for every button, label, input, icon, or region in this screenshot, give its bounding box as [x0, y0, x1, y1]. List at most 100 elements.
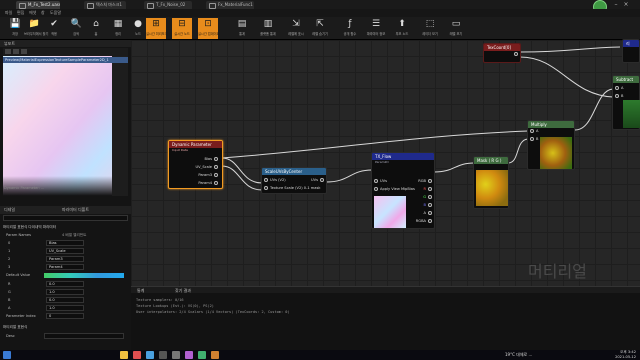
output-pin-rgb[interactable]: RGB: [418, 179, 434, 183]
default-color-swatch[interactable]: [44, 273, 124, 278]
toolbar-button-14[interactable]: ƒ 공개 함수: [340, 18, 360, 39]
details-section-title: 머티리얼 표현식 다이내믹 파라미터: [3, 225, 57, 229]
input-pin-uvs[interactable]: UVs (V2): [262, 178, 286, 182]
tab-noise[interactable]: T_Fx_Noise_02: [144, 1, 192, 9]
toolbar-button-12[interactable]: ⇲ 레벨에 표시: [286, 18, 306, 39]
texcoord-node[interactable]: TexCoord[0]: [483, 43, 521, 63]
toolbar-button-0[interactable]: 💾 저장: [5, 18, 25, 39]
stats-tab[interactable]: 통계: [137, 288, 144, 294]
toolbar-button-10[interactable]: ▤ 통계: [232, 18, 252, 39]
parameter-defaults-tab[interactable]: 파라미터 디폴트: [62, 207, 89, 213]
browser-icon[interactable]: [146, 351, 154, 359]
toolbar-button-11[interactable]: ▥ 플랫폼 통계: [258, 18, 278, 39]
explorer-icon[interactable]: [120, 351, 128, 359]
default-value-field[interactable]: 1.0: [46, 305, 84, 311]
menu-edit[interactable]: 편집: [17, 9, 24, 17]
output-pin-b[interactable]: B: [424, 203, 434, 207]
input-pin-apply-view-mipbias[interactable]: Apply View MipBias: [372, 187, 415, 191]
app-icon[interactable]: [159, 351, 167, 359]
toolbar-icon: ⌂: [93, 19, 99, 29]
dynamic-parameter-node[interactable]: Dynamic Parameter Input Data Bias UV_Sca…: [168, 140, 223, 189]
toolbar-label: 부모 노드: [395, 32, 409, 36]
parameter-index-field[interactable]: 0: [46, 313, 84, 319]
node-title: TexCoord[0]: [484, 44, 520, 51]
toolbar-button-16[interactable]: ⬆ 부모 노드: [392, 18, 412, 39]
param-name-field[interactable]: UV_Scale: [46, 248, 84, 254]
menu-file[interactable]: 파일: [5, 9, 12, 17]
output-pin-param4[interactable]: Param4: [198, 181, 220, 185]
details-search-input[interactable]: [3, 215, 128, 221]
menu-help[interactable]: 도움말: [50, 9, 61, 17]
output-pin-g[interactable]: G: [423, 195, 434, 199]
toolbar-icon: ●: [134, 19, 142, 29]
clock[interactable]: 오후 3:42 2021-05-12: [600, 350, 636, 360]
output-pin-bias[interactable]: Bias: [204, 157, 220, 161]
toolbar-button-4[interactable]: ⌂ 홈: [86, 18, 106, 39]
param-name-row: 0 Bias: [4, 240, 128, 247]
material-preview-viewport[interactable]: [3, 56, 128, 196]
view-mode-icon[interactable]: [5, 49, 11, 54]
app-icon[interactable]: [133, 351, 141, 359]
app-icon[interactable]: [185, 351, 193, 359]
tab-mask[interactable]: 텍스처 마스크1: [84, 1, 126, 9]
input-pin-uvs[interactable]: UVs: [372, 179, 387, 183]
param-name-field[interactable]: Param4: [46, 264, 84, 270]
toolbar-button-8[interactable]: ⊟ 실시간 노드: [172, 18, 192, 39]
start-icon[interactable]: [3, 351, 11, 359]
toolbar-button-5[interactable]: ▦ 정리: [108, 18, 128, 39]
menu-asset[interactable]: 에셋: [29, 9, 36, 17]
weather-widget[interactable]: 19°C 대체로 ...: [505, 352, 532, 358]
toolbar-button-15[interactable]: ☰ 파라미터 정보: [366, 18, 386, 39]
input-pin-a[interactable]: A: [613, 86, 623, 90]
toolbar-button-6[interactable]: ● 노드: [128, 18, 148, 39]
output-pin-param3[interactable]: Param3: [198, 173, 220, 177]
tab-material[interactable]: M_Fx_Test2.uasset: [16, 1, 60, 9]
toolbar-button-17[interactable]: ⬚ 셰이더 보기: [420, 18, 440, 39]
texture-sample-node[interactable]: TX_Flow Param2D UVs Apply View MipBias R…: [371, 152, 435, 229]
details-tab[interactable]: 디테일: [4, 207, 15, 212]
output-pin-rgba[interactable]: RGBA: [416, 219, 434, 223]
offscreen-node[interactable]: 리: [622, 39, 640, 63]
output-pin-uvs[interactable]: UVs: [311, 178, 326, 182]
toolbar-button-2[interactable]: ✔ 적용: [44, 18, 64, 39]
input-pin-texture-scale[interactable]: Texture Scale (V2) 0-1 mask: [262, 186, 320, 190]
toolbar-label: 홈: [94, 32, 98, 36]
input-pin-b[interactable]: B: [528, 137, 538, 141]
minimize-icon[interactable]: –: [612, 1, 620, 8]
app-icon[interactable]: [198, 351, 206, 359]
scale-uvs-by-center-node[interactable]: ScaleUVsByCenter UVs (V2) Texture Scale …: [261, 167, 327, 194]
find-results-tab[interactable]: 찾기 결과: [175, 288, 191, 294]
toolbar-button-13[interactable]: ⇱ 레벨 숨기기: [310, 18, 330, 39]
subtract-node[interactable]: Subtract A B: [612, 75, 640, 130]
param-name-field[interactable]: Param3: [46, 256, 84, 262]
toolbar-button-3[interactable]: 🔍 검색: [66, 18, 86, 39]
output-pin-uv-scale[interactable]: UV_Scale: [195, 165, 220, 169]
toolbar-icon: ▥: [263, 19, 273, 29]
lit-mode-icon[interactable]: [13, 49, 19, 54]
output-pin-r[interactable]: R: [424, 187, 435, 191]
toolbar-button-7[interactable]: ⊞ 실시간 미리보기: [146, 18, 168, 39]
multiply-node[interactable]: Multiply A B: [527, 120, 575, 170]
input-pin-b[interactable]: B: [613, 94, 623, 98]
menu-window[interactable]: 창: [41, 9, 45, 17]
output-pin[interactable]: [512, 52, 520, 56]
toolbar-button-9[interactable]: ⊡ 실시간 업데이트: [198, 18, 220, 39]
tab-function[interactable]: Fx_MaterialFunc1: [206, 1, 254, 9]
show-icon[interactable]: [21, 49, 27, 54]
unreal-icon[interactable]: [172, 351, 180, 359]
app-icon[interactable]: [211, 351, 219, 359]
param-name-field[interactable]: Bias: [46, 240, 84, 246]
array-elements-count: 4 배열 엘리먼트: [62, 233, 87, 237]
toolbar-icon: ▦: [113, 19, 123, 29]
toolbar-button-1[interactable]: 📁 브라우저에서 찾기: [24, 18, 48, 39]
default-value-field[interactable]: 0.0: [46, 281, 84, 287]
default-value-field[interactable]: 0.0: [46, 297, 84, 303]
default-value-field[interactable]: 1.0: [46, 289, 84, 295]
close-icon[interactable]: ×: [622, 1, 630, 8]
toolbar-button-18[interactable]: ▭ 레벨 보기: [446, 18, 466, 39]
input-pin-a[interactable]: A: [528, 129, 538, 133]
toolbar-icon: ▤: [237, 19, 247, 29]
output-pin-a[interactable]: A: [424, 211, 434, 215]
component-mask-node[interactable]: Mask ( R G ): [473, 156, 509, 209]
desc-field[interactable]: [44, 333, 124, 339]
